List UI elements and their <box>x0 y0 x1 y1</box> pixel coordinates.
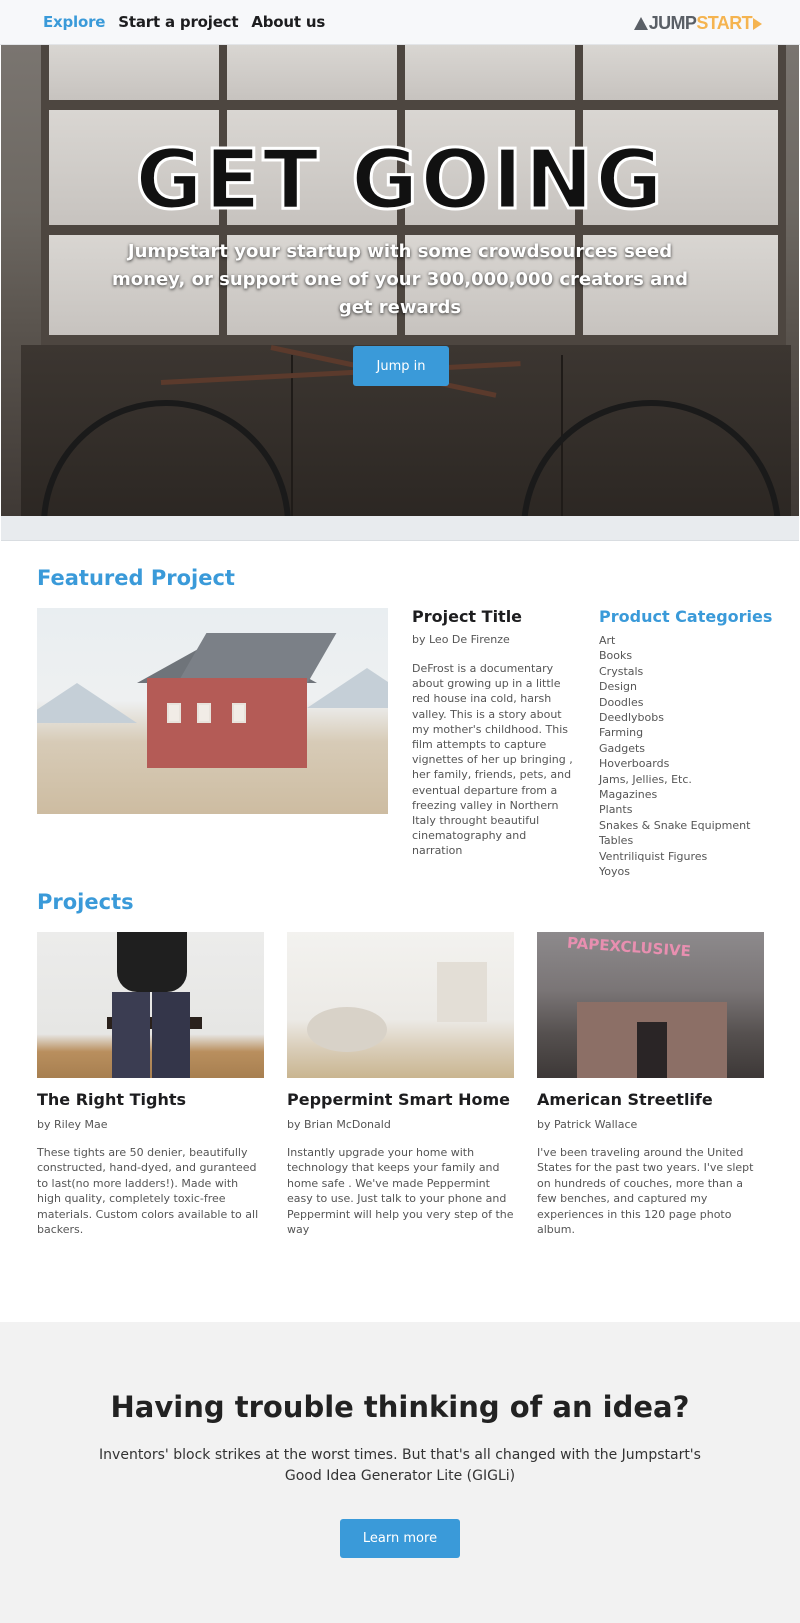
category-item[interactable]: Hoverboards <box>599 756 750 771</box>
project-card: The Right Tights by Riley Mae These tigh… <box>37 932 264 1236</box>
category-item[interactable]: Farming <box>599 725 750 740</box>
category-item[interactable]: Plants <box>599 802 750 817</box>
category-item[interactable]: Crystals <box>599 664 750 679</box>
projects-heading: Projects <box>37 890 134 914</box>
category-item[interactable]: Doodles <box>599 695 750 710</box>
featured-project-description: DeFrost is a documentary about growing u… <box>412 662 573 858</box>
logo-text-jump: JUMP <box>648 13 697 33</box>
featured-project-image[interactable] <box>37 608 388 814</box>
project-card: PAPEXCLUSIVE American Streetlife by Patr… <box>537 932 764 1236</box>
hero-bottom-strip <box>1 516 799 541</box>
jump-in-button[interactable]: Jump in <box>353 346 449 386</box>
product-categories-heading: Product Categories <box>599 607 773 626</box>
project-image-tights[interactable] <box>37 932 264 1078</box>
nav-links: Explore Start a project About us <box>43 13 325 31</box>
featured-project-author: by Leo De Firenze <box>412 633 510 646</box>
project-description: These tights are 50 denier, beautifully … <box>37 1146 259 1237</box>
neon-sign-text: PAPEXCLUSIVE <box>566 933 692 961</box>
jumpstart-logo[interactable]: JUMP START <box>633 13 762 34</box>
idea-generator-section: Having trouble thinking of an idea? Inve… <box>0 1322 800 1623</box>
featured-heading: Featured Project <box>37 566 235 590</box>
logo-arrow-icon <box>753 17 762 30</box>
logo-triangle-icon <box>633 17 648 30</box>
top-navbar: Explore Start a project About us JUMP ST… <box>0 0 800 45</box>
logo-text-start: START <box>696 13 752 33</box>
cta-title: Having trouble thinking of an idea? <box>110 1390 690 1424</box>
category-item[interactable]: Tables <box>599 833 750 848</box>
project-title[interactable]: American Streetlife <box>537 1090 713 1109</box>
category-item[interactable]: Snakes & Snake Equipment <box>599 818 750 833</box>
category-item[interactable]: Deedlybobs <box>599 710 750 725</box>
project-author: by Brian McDonald <box>287 1118 391 1131</box>
category-item[interactable]: Yoyos <box>599 864 750 879</box>
project-description: I've been traveling around the United St… <box>537 1146 754 1237</box>
project-image-streetlife[interactable]: PAPEXCLUSIVE <box>537 932 764 1078</box>
category-item[interactable]: Jams, Jellies, Etc. <box>599 772 750 787</box>
project-image-smart-home[interactable] <box>287 932 514 1078</box>
hero-title: GET GOING <box>134 133 665 228</box>
project-title[interactable]: The Right Tights <box>37 1090 186 1109</box>
category-item[interactable]: Design <box>599 679 750 694</box>
category-item[interactable]: Art <box>599 633 750 648</box>
project-description: Instantly upgrade your home with technol… <box>287 1146 514 1237</box>
category-item[interactable]: Gadgets <box>599 741 750 756</box>
cta-text: Inventors' block strikes at the worst ti… <box>99 1447 701 1484</box>
category-item[interactable]: Books <box>599 648 750 663</box>
category-item[interactable]: Magazines <box>599 787 750 802</box>
project-title[interactable]: Peppermint Smart Home <box>287 1090 510 1109</box>
product-categories-list: Art Books Crystals Design Doodles Deedly… <box>599 633 750 880</box>
learn-more-button[interactable]: Learn more <box>340 1519 460 1558</box>
category-item[interactable]: Ventriliquist Figures <box>599 849 750 864</box>
featured-project-title[interactable]: Project Title <box>412 607 522 626</box>
hero-subtitle: Jumpstart your startup with some crowdso… <box>112 241 688 318</box>
project-author: by Patrick Wallace <box>537 1118 638 1131</box>
hero-banner: GET GOING Jumpstart your startup with so… <box>1 45 799 516</box>
nav-link-about-us[interactable]: About us <box>251 13 325 31</box>
project-author: by Riley Mae <box>37 1118 108 1131</box>
project-card: Peppermint Smart Home by Brian McDonald … <box>287 932 514 1236</box>
nav-link-explore[interactable]: Explore <box>43 13 105 31</box>
nav-link-start-project[interactable]: Start a project <box>118 13 238 31</box>
